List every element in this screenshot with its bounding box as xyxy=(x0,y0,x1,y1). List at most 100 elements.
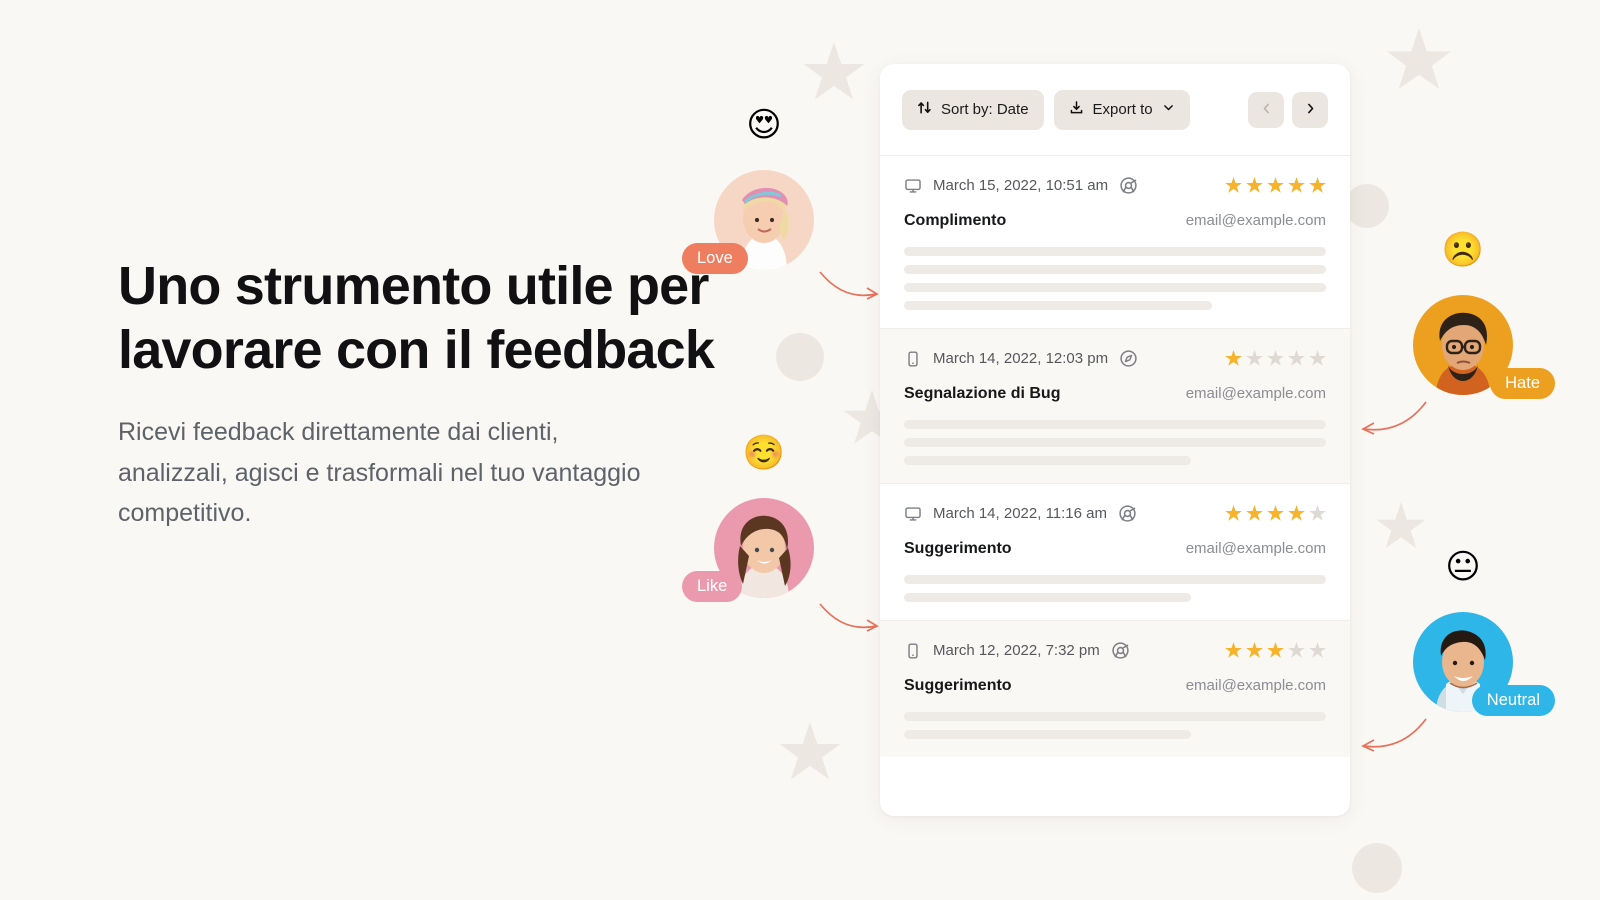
arrow-hate xyxy=(1361,401,1427,435)
download-icon xyxy=(1069,100,1084,119)
decor-star xyxy=(803,42,865,100)
feedback-date: March 14, 2022, 11:16 am xyxy=(933,505,1107,522)
star-filled-icon xyxy=(1225,350,1242,366)
feedback-row-meta: March 14, 2022, 11:16 am xyxy=(904,504,1326,523)
star-filled-icon xyxy=(1309,177,1326,193)
star-filled-icon xyxy=(1246,505,1263,521)
placeholder-line xyxy=(904,730,1191,739)
star-filled-icon xyxy=(1225,177,1242,193)
placeholder-line xyxy=(904,575,1326,584)
smiling-face-emoji-icon: ☺️ xyxy=(742,433,786,473)
arrow-neutral xyxy=(1361,718,1427,752)
star-filled-icon xyxy=(1288,177,1305,193)
feedback-row-meta: March 14, 2022, 12:03 pm xyxy=(904,349,1326,368)
feedback-rows: March 15, 2022, 10:51 am Complimento emai… xyxy=(880,156,1350,757)
next-page-button[interactable] xyxy=(1292,91,1328,128)
star-empty-icon xyxy=(1267,350,1284,366)
hero-subtitle: Ricevi feedback direttamente dai clienti… xyxy=(118,418,641,528)
feedback-row[interactable]: March 12, 2022, 7:32 pm Suggerimento emai… xyxy=(880,620,1350,757)
neutral-face-emoji-icon: 😐 xyxy=(1445,547,1481,587)
decor-star xyxy=(1386,28,1452,90)
placeholder-line xyxy=(904,265,1326,274)
placeholder-line xyxy=(904,420,1326,429)
placeholder-line xyxy=(904,301,1213,310)
rating-stars xyxy=(1225,177,1326,194)
feedback-body-placeholder xyxy=(904,712,1326,739)
persona-badge-neutral: Neutral xyxy=(1471,684,1555,716)
persona-badge-like: Like xyxy=(682,570,743,602)
placeholder-line xyxy=(904,438,1326,447)
export-to-label: Export to xyxy=(1092,101,1153,118)
feedback-email: email@example.com xyxy=(1185,212,1326,229)
sort-by-button[interactable]: Sort by: Date xyxy=(902,89,1044,130)
feedback-row[interactable]: March 15, 2022, 10:51 am Complimento emai… xyxy=(880,156,1350,328)
hero-text-block: Uno strumento utile per lavorare con il … xyxy=(118,255,718,534)
feedback-row-meta: March 15, 2022, 10:51 am xyxy=(904,176,1326,195)
feedback-title-row: Suggerimento email@example.com xyxy=(904,677,1326,695)
feedback-title: Suggerimento xyxy=(904,677,1012,694)
heart-eyes-emoji-icon: 😍 xyxy=(746,105,782,145)
page-root: Uno strumento utile per lavorare con il … xyxy=(0,0,1600,900)
feedback-list-card: Sort by: Date Export to March 15, 2022, … xyxy=(880,64,1350,816)
sort-arrows-icon xyxy=(917,100,932,119)
star-filled-icon xyxy=(1267,177,1284,193)
mobile-icon xyxy=(908,350,918,367)
star-filled-icon xyxy=(1246,642,1263,658)
previous-page-button[interactable] xyxy=(1248,91,1284,128)
chevron-right-icon xyxy=(1304,102,1317,118)
persona-neutral: 😐 Neutral xyxy=(1413,550,1555,716)
feedback-row[interactable]: March 14, 2022, 12:03 pm Segnalazione di… xyxy=(880,328,1350,483)
feedback-title: Suggerimento xyxy=(904,540,1012,557)
persona-badge-love: Love xyxy=(682,242,748,274)
persona-like: ☺️ Like xyxy=(682,436,814,602)
star-filled-icon xyxy=(1288,505,1305,521)
placeholder-line xyxy=(904,247,1326,256)
arrow-love xyxy=(819,271,879,300)
export-to-button[interactable]: Export to xyxy=(1053,89,1190,130)
star-filled-icon xyxy=(1267,505,1284,521)
chevron-left-icon xyxy=(1260,102,1273,118)
star-empty-icon xyxy=(1288,350,1305,366)
decor-circle xyxy=(1352,843,1402,893)
placeholder-line xyxy=(904,712,1326,721)
feedback-title: Complimento xyxy=(904,212,1007,229)
feedback-row[interactable]: March 14, 2022, 11:16 am Suggerimento ema… xyxy=(880,483,1350,620)
rating-stars xyxy=(1225,350,1326,367)
arrow-like xyxy=(819,603,879,632)
star-empty-icon xyxy=(1309,350,1326,366)
decor-star xyxy=(1376,502,1426,549)
star-empty-icon xyxy=(1309,642,1326,658)
feedback-email: email@example.com xyxy=(1185,385,1326,402)
feedback-email: email@example.com xyxy=(1185,677,1326,694)
placeholder-line xyxy=(904,283,1326,292)
pagination-controls xyxy=(1248,91,1328,128)
safari-icon xyxy=(1120,350,1137,367)
rating-stars xyxy=(1225,642,1326,659)
page-title: Uno strumento utile per lavorare con il … xyxy=(118,256,715,380)
feedback-body-placeholder xyxy=(904,247,1326,310)
rating-stars xyxy=(1225,505,1326,522)
star-empty-icon xyxy=(1288,642,1305,658)
desktop-icon xyxy=(905,178,921,193)
placeholder-line xyxy=(904,593,1191,602)
persona-love: 😍 Love xyxy=(682,108,814,274)
feedback-email: email@example.com xyxy=(1185,540,1326,557)
feedback-row-meta: March 12, 2022, 7:32 pm xyxy=(904,641,1326,660)
desktop-icon xyxy=(905,506,921,521)
feedback-date: March 15, 2022, 10:51 am xyxy=(933,177,1109,194)
star-filled-icon xyxy=(1246,177,1263,193)
card-toolbar: Sort by: Date Export to xyxy=(880,64,1350,156)
decor-circle xyxy=(776,333,824,381)
feedback-date: March 14, 2022, 12:03 pm xyxy=(933,350,1109,367)
chrome-icon xyxy=(1120,177,1137,194)
chevron-down-icon xyxy=(1162,101,1175,118)
placeholder-line xyxy=(904,456,1191,465)
star-empty-icon xyxy=(1309,505,1326,521)
feedback-title-row: Segnalazione di Bug email@example.com xyxy=(904,385,1326,403)
frowning-face-emoji-icon: ☹️ xyxy=(1441,230,1485,270)
star-filled-icon xyxy=(1267,642,1284,658)
chrome-icon xyxy=(1119,505,1136,522)
chrome-icon xyxy=(1112,642,1129,659)
star-filled-icon xyxy=(1225,642,1242,658)
feedback-body-placeholder xyxy=(904,420,1326,465)
